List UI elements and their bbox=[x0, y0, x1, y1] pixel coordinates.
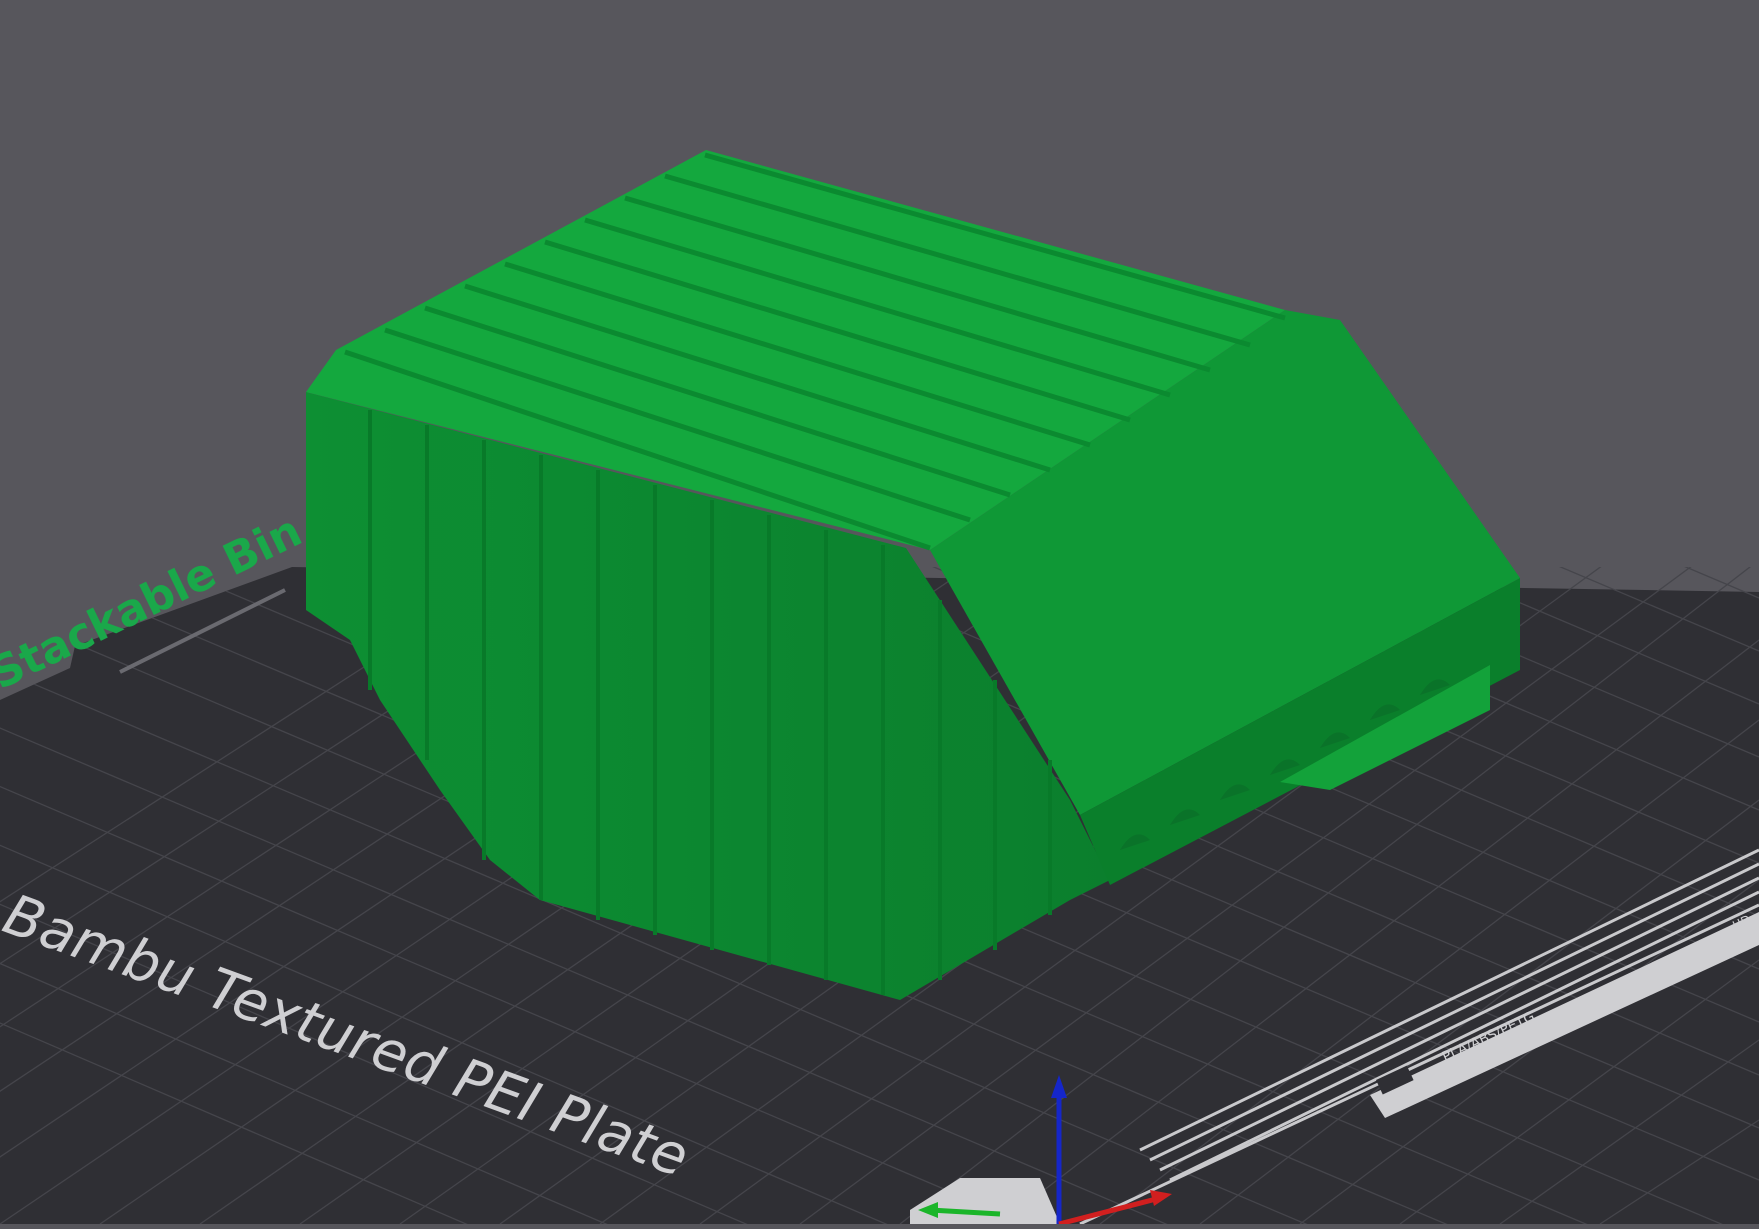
3d-viewport[interactable]: PLA/ABS/PETG HD Bambu Textured PEI Plate… bbox=[0, 0, 1759, 1227]
scene-canvas[interactable]: PLA/ABS/PETG HD Bambu Textured PEI Plate… bbox=[0, 0, 1759, 1227]
